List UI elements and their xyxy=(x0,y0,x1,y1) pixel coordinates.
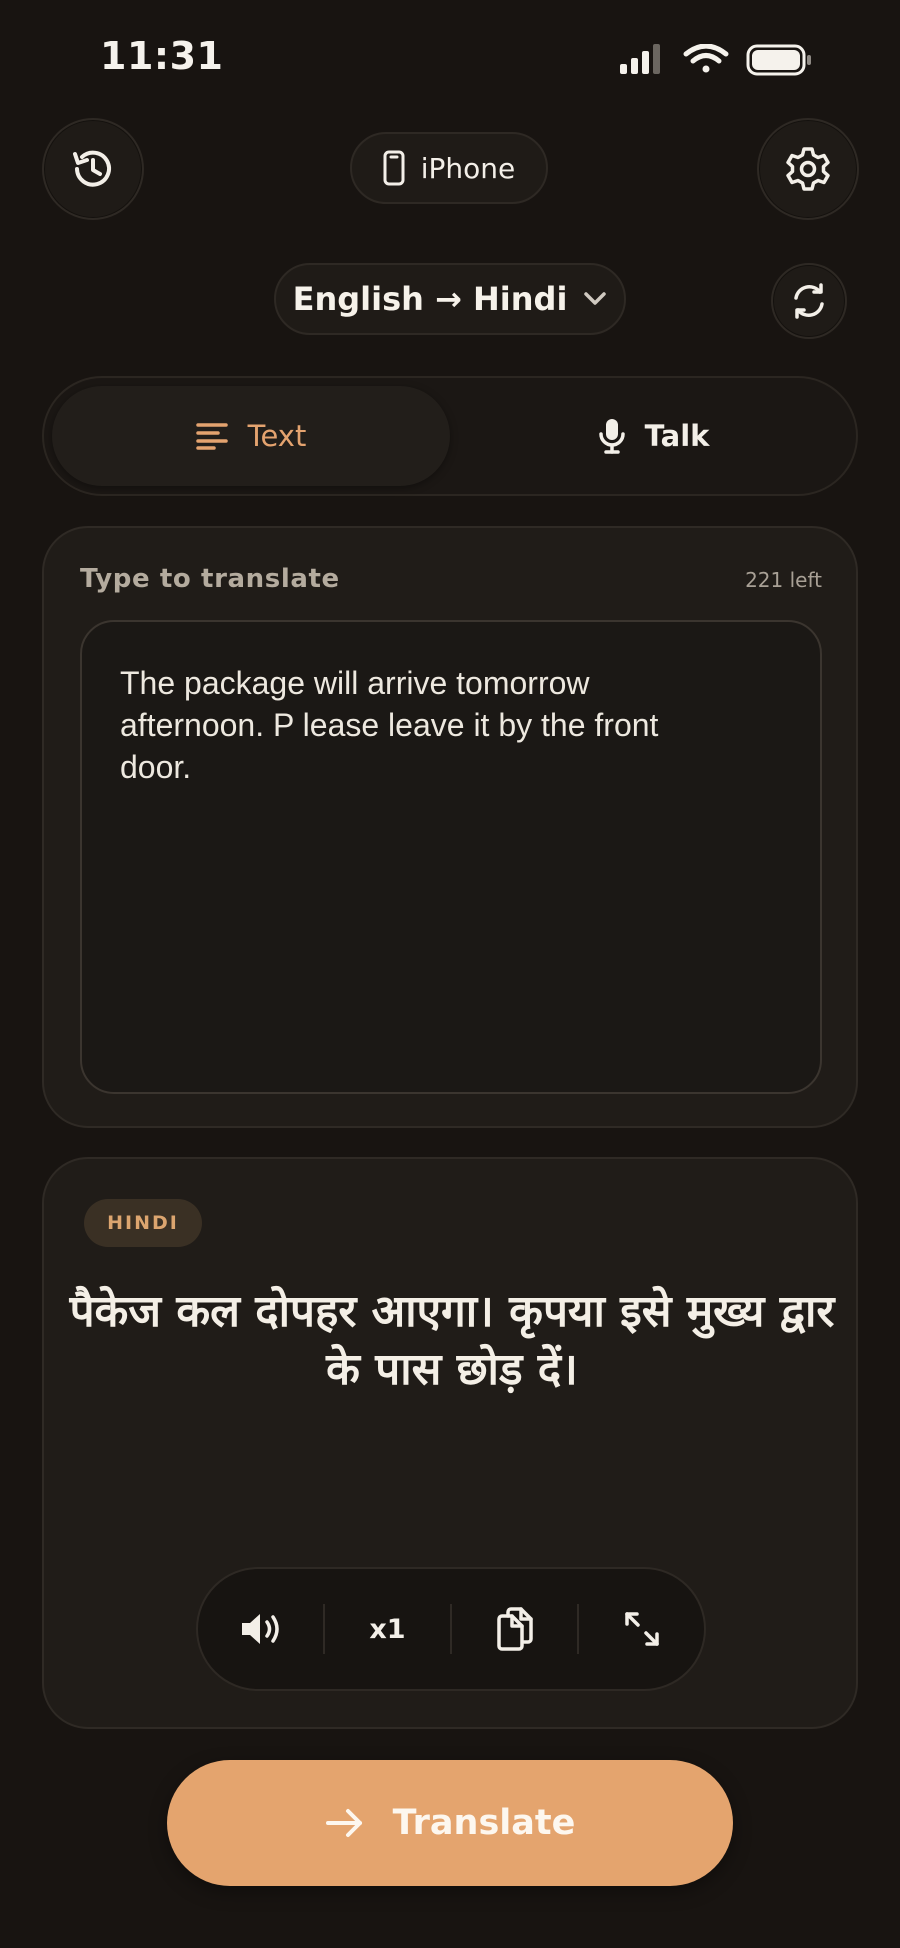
speaker-icon xyxy=(241,1614,279,1644)
microphone-icon xyxy=(598,419,625,454)
status-time: 11:31 xyxy=(100,34,224,78)
swap-languages-button[interactable] xyxy=(771,263,847,339)
device-label: iPhone xyxy=(420,151,516,185)
tab-text[interactable]: Text xyxy=(52,386,450,486)
refresh-icon xyxy=(794,283,824,319)
history-icon xyxy=(73,150,111,187)
cellular-signal-icon xyxy=(620,44,660,74)
battery-icon xyxy=(746,44,811,76)
gear-icon xyxy=(786,147,830,191)
copy-icon xyxy=(496,1607,533,1651)
device-selector[interactable]: iPhone xyxy=(350,132,548,204)
wifi-icon xyxy=(683,43,729,73)
settings-button[interactable] xyxy=(757,118,859,220)
tab-talk-label: Talk xyxy=(644,419,710,453)
language-pair-selector[interactable]: English → Hindi xyxy=(274,263,626,335)
input-card: Type to translate 221 left The package w… xyxy=(42,526,858,1128)
phone-icon xyxy=(383,150,405,186)
translated-text: पैकेज कल दोपहर आएगा। कृपया इसे मुख्य द्व… xyxy=(69,1286,835,1395)
character-counter: 221 left xyxy=(745,568,822,592)
speak-button[interactable] xyxy=(198,1569,323,1689)
input-label: Type to translate xyxy=(80,564,340,594)
translate-button[interactable]: Translate xyxy=(167,1760,733,1886)
translate-label: Translate xyxy=(392,1803,576,1843)
output-toolbar: x1 xyxy=(196,1567,706,1691)
speed-button[interactable]: x1 xyxy=(325,1569,450,1689)
copy-button[interactable] xyxy=(452,1569,577,1689)
tab-talk[interactable]: Talk xyxy=(464,386,844,486)
status-icons xyxy=(620,43,840,76)
source-text-input[interactable]: The package will arrive tomorrow afterno… xyxy=(80,620,822,1094)
language-pair-label: English → Hindi xyxy=(292,280,568,318)
chevron-down-icon xyxy=(584,292,607,305)
speed-label: x1 xyxy=(369,1613,406,1645)
history-button[interactable] xyxy=(42,118,144,220)
expand-button[interactable] xyxy=(579,1569,704,1689)
expand-icon xyxy=(624,1612,659,1646)
text-lines-icon xyxy=(195,423,228,450)
target-language-badge: HINDI xyxy=(84,1199,202,1247)
arrow-right-icon xyxy=(325,1809,362,1837)
mode-segmented-control: Text Talk xyxy=(42,376,858,496)
tab-text-label: Text xyxy=(247,419,307,453)
output-card: HINDI पैकेज कल दोपहर आएगा। कृपया इसे मुख… xyxy=(42,1157,858,1729)
